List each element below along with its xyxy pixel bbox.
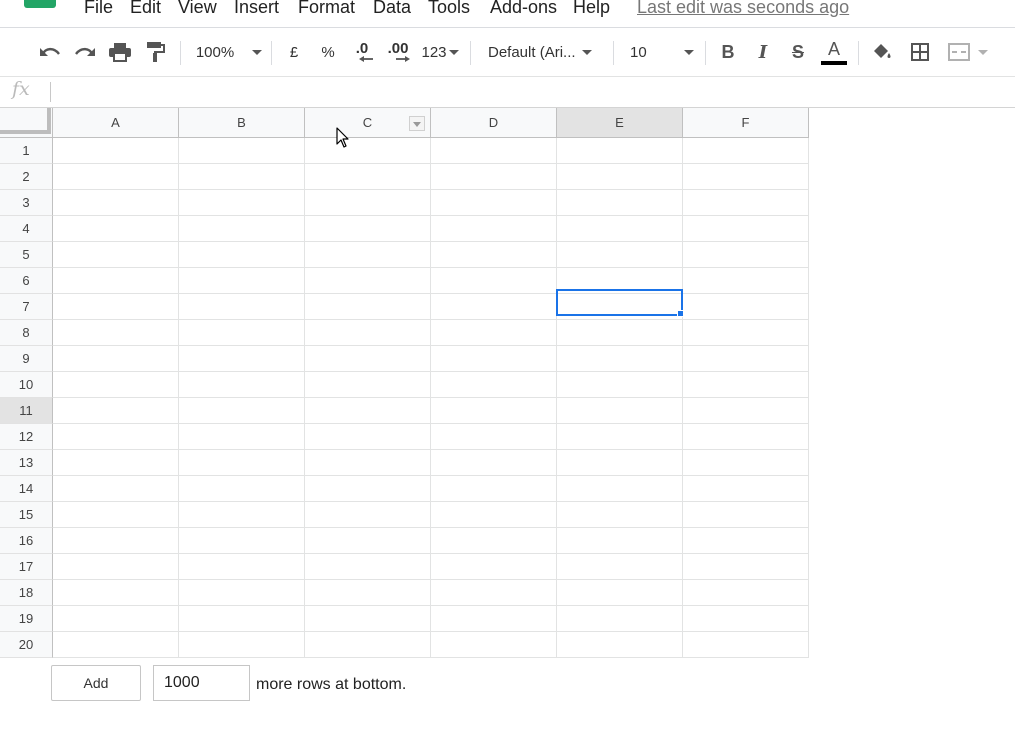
row-header[interactable]: 16 (0, 528, 53, 554)
borders-button[interactable] (906, 28, 934, 76)
column-filter-button[interactable] (409, 116, 425, 131)
fill-color-icon (874, 44, 891, 58)
italic-button[interactable]: I (750, 28, 776, 76)
paint-format-button[interactable] (143, 28, 169, 76)
chevron-down-icon (413, 122, 421, 127)
rows-suffix-label: more rows at bottom. (256, 676, 407, 693)
zoom-value: 100% (195, 43, 235, 61)
row-header[interactable]: 17 (0, 554, 53, 580)
column-header-b[interactable]: B (179, 108, 305, 138)
redo-button[interactable] (71, 28, 99, 76)
row-header[interactable]: 12 (0, 424, 53, 450)
mouse-cursor-icon (336, 127, 349, 148)
chevron-down-icon (582, 49, 592, 55)
menu-edit[interactable]: Edit (130, 0, 161, 18)
column-header-f[interactable]: F (683, 108, 809, 138)
sheets-logo-icon[interactable] (24, 0, 56, 8)
row-header[interactable]: 15 (0, 502, 53, 528)
more-formats-button[interactable]: 123 (419, 28, 461, 76)
menu-view[interactable]: View (178, 0, 217, 18)
spreadsheet-grid[interactable]: A B C D E F 1 2 3 4 5 6 7 8 9 10 11 12 1… (0, 108, 809, 658)
row-header[interactable]: 3 (0, 190, 53, 216)
row-header[interactable]: 4 (0, 216, 53, 242)
arrow-left-icon (359, 56, 373, 62)
rows-count-input[interactable] (153, 665, 250, 701)
row-header[interactable]: 18 (0, 580, 53, 606)
font-size-select[interactable]: 10 (630, 28, 696, 76)
menu-data[interactable]: Data (373, 0, 411, 18)
print-icon (109, 42, 131, 62)
bold-button[interactable]: B (715, 28, 741, 76)
row-header[interactable]: 14 (0, 476, 53, 502)
text-color-swatch (821, 60, 847, 65)
add-rows-button[interactable]: Add (51, 665, 141, 701)
menu-file[interactable]: File (84, 0, 113, 18)
merge-cells-icon (948, 43, 970, 61)
increase-decimal-button[interactable]: .00 (383, 28, 413, 76)
format-percent-button[interactable]: % (315, 28, 341, 76)
row-header[interactable]: 1 (0, 138, 53, 164)
toolbar: 100% £ % .0 .00 123 Default (Ari... 10 B… (0, 27, 1015, 77)
row-header[interactable]: 2 (0, 164, 53, 190)
column-header-d[interactable]: D (431, 108, 557, 138)
row-header[interactable]: 9 (0, 346, 53, 372)
borders-icon (911, 43, 929, 61)
chevron-down-icon (978, 49, 988, 55)
select-all-corner[interactable] (0, 108, 53, 138)
undo-icon (40, 47, 60, 56)
row-header[interactable]: 8 (0, 320, 53, 346)
active-cell-e11[interactable] (556, 289, 683, 316)
row-header[interactable]: 13 (0, 450, 53, 476)
fx-icon: fx (12, 78, 30, 100)
chevron-down-icon (684, 49, 694, 55)
zoom-select[interactable]: 100% (193, 28, 265, 76)
paint-format-icon (147, 42, 165, 62)
row-header[interactable]: 10 (0, 372, 53, 398)
redo-icon (75, 47, 95, 56)
strikethrough-button[interactable]: S (785, 28, 811, 76)
text-color-button[interactable]: A (819, 28, 849, 76)
formula-input[interactable] (56, 81, 996, 103)
format-currency-button[interactable]: £ (281, 28, 307, 76)
column-header-e[interactable]: E (557, 108, 683, 138)
undo-button[interactable] (36, 28, 64, 76)
chevron-down-icon (448, 49, 459, 55)
chevron-down-icon (252, 49, 263, 55)
formula-bar: fx (0, 77, 1015, 108)
merge-cells-button[interactable] (942, 28, 994, 76)
menu-insert[interactable]: Insert (234, 0, 279, 18)
row-header[interactable]: 19 (0, 606, 53, 632)
row-header[interactable]: 6 (0, 268, 53, 294)
menu-tools[interactable]: Tools (428, 0, 470, 18)
row-header[interactable]: 20 (0, 632, 53, 658)
menu-help[interactable]: Help (573, 0, 610, 18)
column-header-a[interactable]: A (53, 108, 179, 138)
fill-handle[interactable] (677, 310, 684, 317)
menu-format[interactable]: Format (298, 0, 355, 18)
last-edit-link[interactable]: Last edit was seconds ago (637, 0, 849, 18)
row-header[interactable]: 11 (0, 398, 53, 424)
row-header[interactable]: 7 (0, 294, 53, 320)
font-family-select[interactable]: Default (Ari... (488, 28, 606, 76)
menu-add-ons[interactable]: Add-ons (490, 0, 557, 18)
row-header[interactable]: 5 (0, 242, 53, 268)
menu-bar: File Edit View Insert Format Data Tools … (0, 0, 1015, 22)
arrow-right-icon (396, 56, 410, 62)
decrease-decimal-button[interactable]: .0 (348, 28, 376, 76)
fill-color-button[interactable] (869, 28, 895, 76)
print-button[interactable] (107, 28, 133, 76)
